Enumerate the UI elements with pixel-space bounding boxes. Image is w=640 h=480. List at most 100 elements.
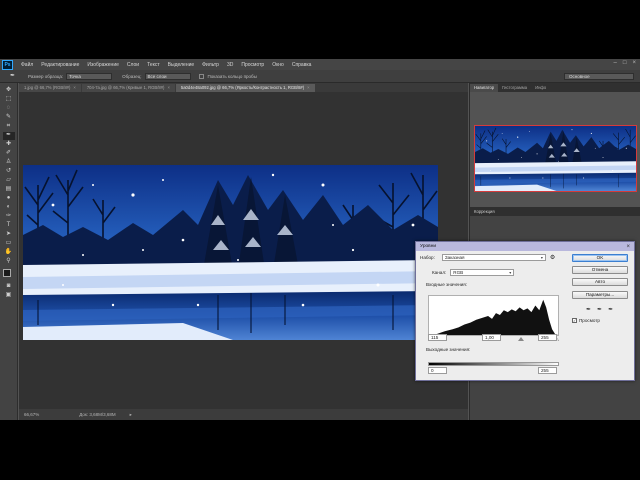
canvas-area[interactable]: [19, 92, 468, 409]
maximize-icon[interactable]: □: [623, 60, 627, 66]
menu-3d[interactable]: 3D: [223, 62, 237, 68]
document-tabs: 1.jpg @ 66,7% (RGB/8#) × 704-7a.jpg @ 66,…: [19, 83, 468, 92]
sample-select[interactable]: Все слои: [144, 72, 191, 80]
eyedropper-icon[interactable]: ✒: [10, 72, 18, 80]
menu-edit[interactable]: Редактирование: [37, 62, 83, 68]
channel-label: Канал:: [432, 270, 447, 275]
window-controls: – □ ×: [614, 60, 636, 66]
preset-row: Набор: Заказная ▾ ⚙: [420, 254, 555, 261]
white-eyedropper-icon[interactable]: ✒: [608, 306, 613, 313]
marquee-tool-icon[interactable]: ⬚: [3, 96, 15, 104]
menu-file[interactable]: Файл: [17, 62, 37, 68]
tab-info[interactable]: Инфо: [531, 84, 550, 92]
preset-options-icon[interactable]: ⚙: [550, 254, 555, 261]
clone-stamp-icon[interactable]: ♙: [3, 159, 15, 167]
doc-tab-label: 1.jpg @ 66,7% (RGB/8#): [24, 85, 71, 90]
color-swatches[interactable]: [2, 269, 15, 281]
sample-label: Образец:: [122, 73, 142, 79]
preset-value: Заказная: [444, 255, 465, 260]
screen-mode-icon[interactable]: ▣: [3, 292, 15, 300]
navigator-panel: [470, 92, 640, 207]
pen-tool-icon[interactable]: ✑: [3, 213, 15, 221]
menu-image[interactable]: Изображение: [83, 62, 123, 68]
hand-tool-icon[interactable]: ✋: [3, 249, 15, 257]
channel-value: RGB: [453, 270, 464, 275]
healing-brush-icon[interactable]: ✚: [3, 141, 15, 149]
close-tab-icon[interactable]: ×: [167, 85, 169, 90]
minimize-icon[interactable]: –: [614, 60, 617, 66]
quick-mask-icon[interactable]: ◙: [3, 283, 15, 291]
black-eyedropper-icon[interactable]: ✒: [586, 306, 591, 313]
history-brush-icon[interactable]: ↺: [3, 168, 15, 176]
gamma-handle[interactable]: [518, 337, 524, 341]
crop-tool-icon[interactable]: ⌗: [3, 123, 15, 131]
menu-filter[interactable]: Фильтр: [198, 62, 223, 68]
shape-tool-icon[interactable]: ▭: [3, 240, 15, 248]
options-bar: ✒ Размер образца: Точка Образец: Все сло…: [0, 70, 640, 83]
doc-tab-1[interactable]: 1.jpg @ 66,7% (RGB/8#) ×: [19, 84, 81, 92]
tab-navigator[interactable]: Навигатор: [470, 84, 499, 92]
ok-button[interactable]: OK: [572, 254, 628, 262]
menu-view[interactable]: Просмотр: [237, 62, 268, 68]
dialog-title: Уровни: [420, 244, 437, 249]
lasso-tool-icon[interactable]: ◌: [3, 105, 15, 113]
doc-tab-2[interactable]: 704-7a.jpg @ 66,7% (Кривые 1, RGB/8#) ×: [81, 84, 175, 92]
options-button[interactable]: Параметры...: [572, 291, 628, 299]
channel-row: Канал: RGB ▾: [432, 269, 515, 276]
input-white-field[interactable]: 255: [538, 334, 557, 341]
levels-dialog-titlebar[interactable]: Уровни ×: [416, 242, 634, 251]
close-tab-icon[interactable]: ×: [73, 85, 75, 90]
output-white-field[interactable]: 255: [538, 367, 557, 374]
gradient-tool-icon[interactable]: ▤: [3, 186, 15, 194]
path-select-icon[interactable]: ➤: [3, 231, 15, 239]
preview-toggle[interactable]: ✓ Просмотр: [572, 318, 600, 323]
input-gamma-field[interactable]: 1,00: [482, 334, 501, 341]
tab-histogram[interactable]: Гистограмма: [498, 84, 531, 92]
toolbox: ✥ ⬚ ◌ ✎ ⌗ ✒ ✚ ✐ ♙ ↺ ▱ ▤ ● ◐ ✑ T ➤ ▭ ✋ ⚲ …: [0, 83, 18, 420]
close-icon[interactable]: ×: [626, 244, 630, 250]
input-black-field[interactable]: 115: [428, 334, 447, 341]
menu-layers[interactable]: Слои: [123, 62, 143, 68]
zoom-level[interactable]: 66,67%: [24, 412, 39, 417]
eyedropper-group: ✒ ✒ ✒: [586, 306, 613, 313]
menu-window[interactable]: Окно: [268, 62, 288, 68]
sample-size-select[interactable]: Точка: [66, 72, 113, 80]
cancel-button[interactable]: Отмена: [572, 266, 628, 274]
photoshop-logo: Ps: [2, 59, 13, 70]
preview-checkbox[interactable]: ✓: [572, 318, 577, 323]
gray-eyedropper-icon[interactable]: ✒: [597, 306, 602, 313]
navigator-thumbnail[interactable]: [474, 125, 637, 192]
correction-panel-header[interactable]: Коррекция: [470, 207, 640, 216]
quick-select-tool-icon[interactable]: ✎: [3, 114, 15, 122]
eraser-tool-icon[interactable]: ▱: [3, 177, 15, 185]
brush-tool-icon[interactable]: ✐: [3, 150, 15, 158]
menu-select[interactable]: Выделение: [164, 62, 199, 68]
panel-tabs: Навигатор Гистограмма Инфо: [470, 83, 640, 92]
type-tool-icon[interactable]: T: [3, 222, 15, 230]
move-tool-icon[interactable]: ✥: [3, 87, 15, 95]
dodge-tool-icon[interactable]: ◐: [3, 204, 15, 212]
preview-label: Просмотр: [579, 318, 600, 323]
show-ring-checkbox[interactable]: [198, 73, 204, 79]
menu-help[interactable]: Справка: [288, 62, 316, 68]
doc-tab-3[interactable]: 5a0d4e48a092.jpg @ 66,7% (Яркость/Контра…: [175, 84, 315, 92]
winter-photo[interactable]: [23, 165, 438, 340]
output-levels-label: Выходные значения:: [426, 347, 471, 352]
preset-select[interactable]: Заказная ▾: [441, 254, 546, 261]
workspace-select[interactable]: Основное: [564, 73, 634, 80]
auto-button[interactable]: Авто: [572, 278, 628, 286]
status-menu-arrow-icon[interactable]: ▸: [130, 412, 132, 418]
zoom-tool-icon[interactable]: ⚲: [3, 258, 15, 266]
blur-tool-icon[interactable]: ●: [3, 195, 15, 203]
histogram: [428, 295, 559, 336]
preset-label: Набор:: [420, 255, 435, 260]
output-gradient[interactable]: [428, 362, 559, 366]
channel-select[interactable]: RGB ▾: [450, 269, 515, 276]
close-tab-icon[interactable]: ×: [307, 85, 309, 90]
menu-type[interactable]: Текст: [143, 62, 164, 68]
foreground-color[interactable]: [2, 269, 11, 277]
output-black-field[interactable]: 0: [428, 367, 447, 374]
doc-tab-label: 5a0d4e48a092.jpg @ 66,7% (Яркость/Контра…: [180, 85, 305, 90]
close-icon[interactable]: ×: [632, 60, 636, 66]
eyedropper-tool-icon[interactable]: ✒: [2, 132, 15, 140]
